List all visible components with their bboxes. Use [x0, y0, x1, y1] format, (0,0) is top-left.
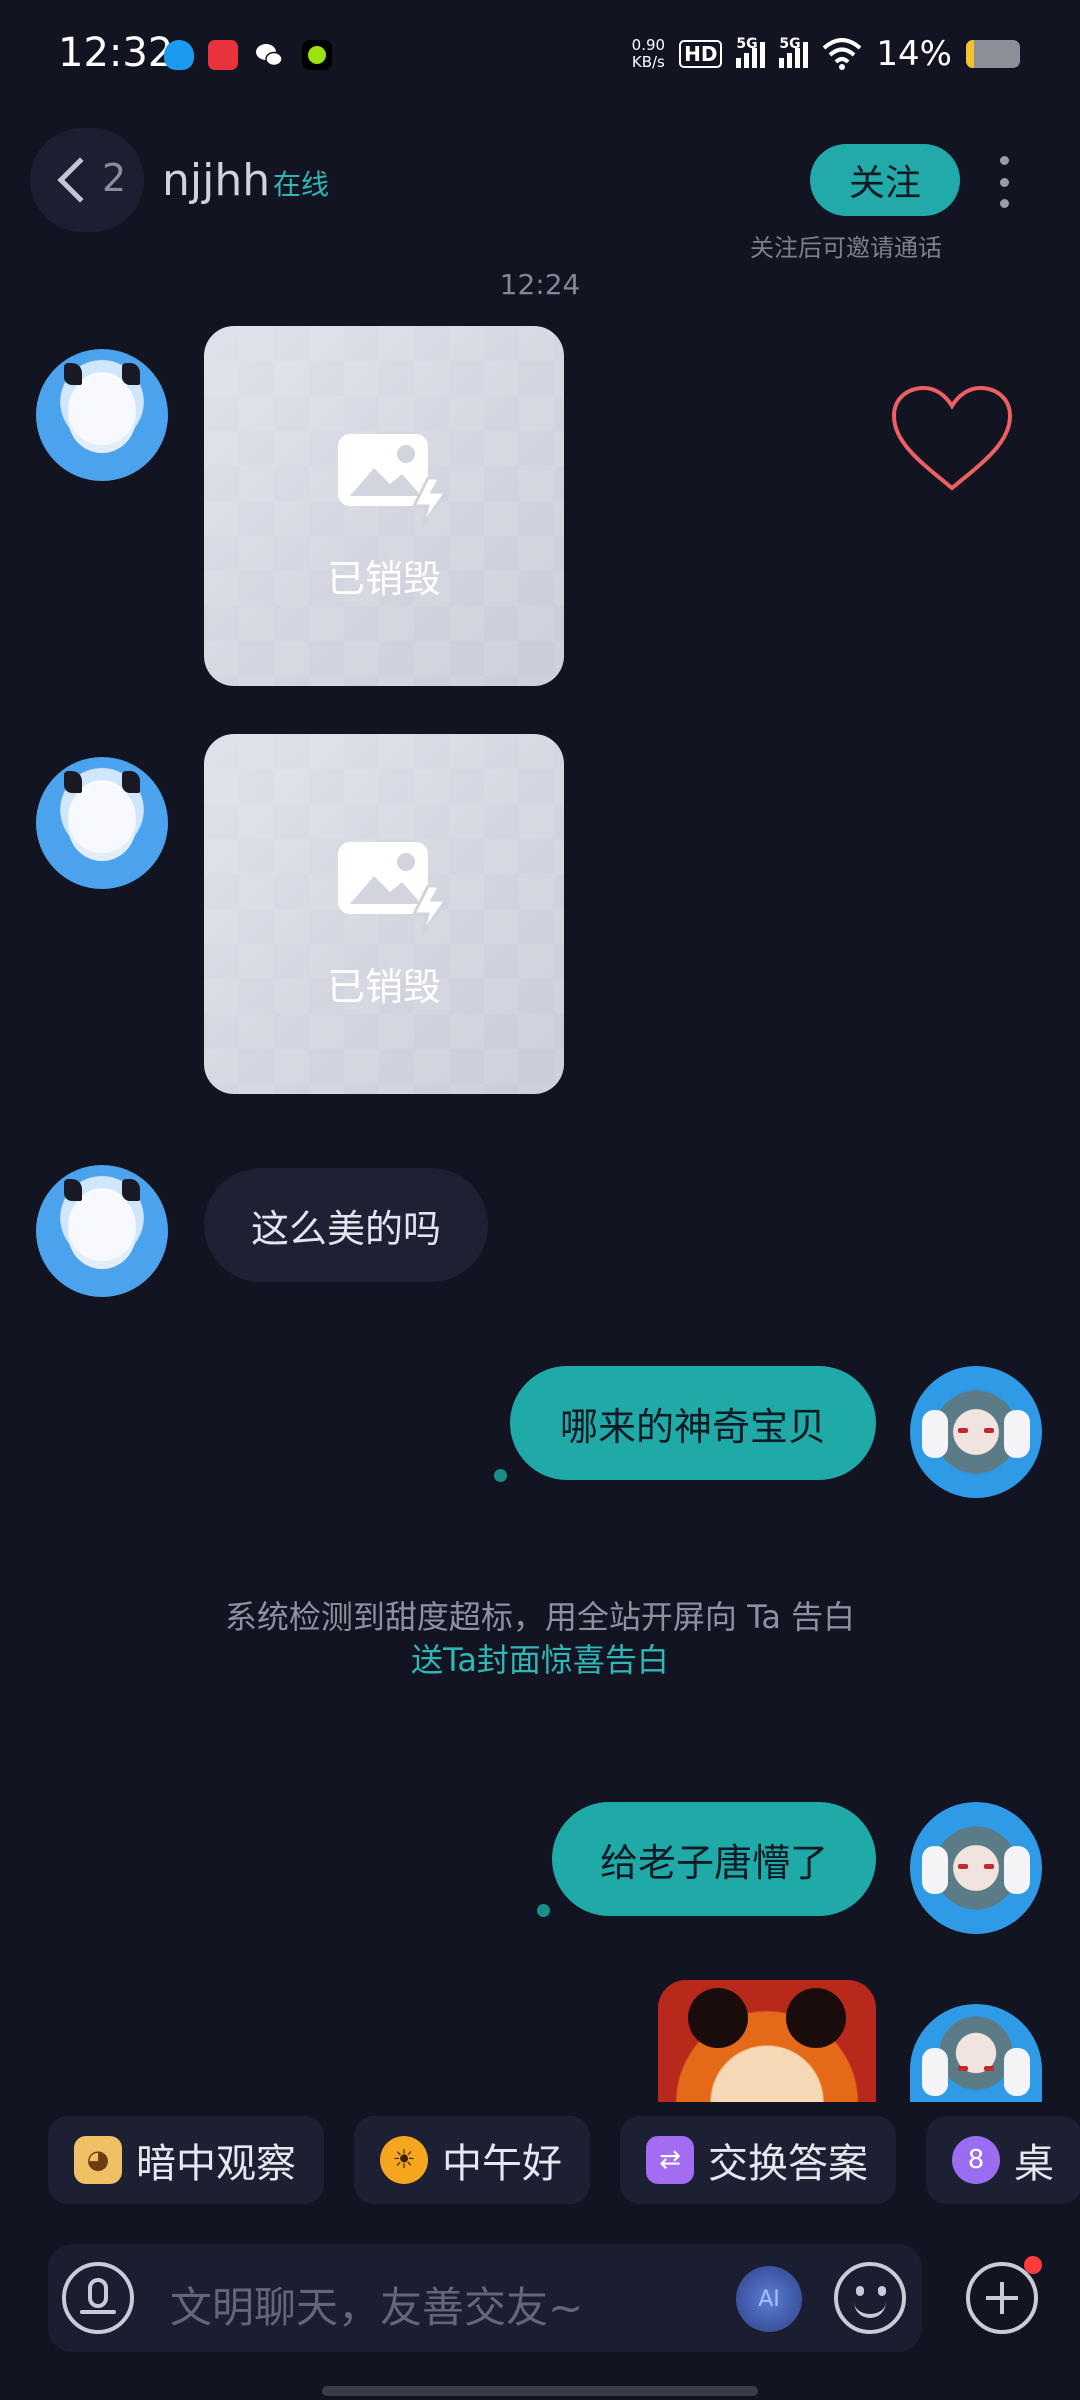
green-dot-icon [302, 40, 332, 70]
plus-icon[interactable] [966, 2262, 1038, 2334]
back-button[interactable]: 2 [30, 128, 144, 232]
quick-reply-label: 中午好 [442, 2141, 562, 2187]
billiard-8-icon: 8 [952, 2136, 1000, 2184]
signal-icon-sim1: 5G [736, 36, 766, 68]
wifi-icon [823, 38, 862, 70]
quick-reply-chip[interactable]: ☀ 中午好 [354, 2116, 590, 2204]
follow-button[interactable]: 关注 [810, 144, 960, 216]
battery-icon [966, 40, 1020, 68]
unread-count: 2 [102, 156, 127, 200]
status-right: 0.90 KB/s HD 5G 5G 14% [632, 34, 1020, 74]
ai-assistant-icon[interactable]: AI [736, 2266, 802, 2332]
voice-icon[interactable] [62, 2262, 134, 2334]
quick-reply-label: 暗中观察 [136, 2141, 296, 2187]
quick-reply-chip[interactable]: ◕ 暗中观察 [48, 2116, 324, 2204]
quick-reply-label: 交换答案 [708, 2141, 868, 2187]
swap-icon: ⇄ [646, 2136, 694, 2184]
sim1-label: 5G [736, 36, 758, 52]
online-status: 在线 [273, 168, 330, 201]
incoming-message-bubble[interactable]: 这么美的吗 [204, 1168, 488, 1282]
peek-icon: ◕ [74, 2136, 122, 2184]
quick-reply-chip[interactable]: ⇄ 交换答案 [620, 2116, 896, 2204]
sun-icon: ☀ [380, 2136, 428, 2184]
system-notice: 系统检测到甜度超标，用全站开屏向 Ta 告白 送Ta封面惊喜告白 [0, 1596, 1080, 1682]
signal-icon-sim2: 5G [779, 36, 809, 68]
outgoing-message-bubble[interactable]: 给老子唐懵了 [552, 1802, 876, 1916]
destroyed-label: 已销毁 [326, 557, 441, 601]
system-notice-text: 系统检测到甜度超标，用全站开屏向 Ta 告白 [224, 1598, 856, 1636]
wechat-icon [254, 40, 284, 70]
destroyed-image-message[interactable]: 已销毁 [204, 326, 564, 686]
quick-reply-label: 桌 [1014, 2141, 1054, 2187]
notification-badge [1024, 2256, 1042, 2274]
app-icon [208, 40, 238, 70]
sim2-label: 5G [779, 36, 801, 52]
my-avatar[interactable] [910, 2004, 1042, 2102]
image-destroyed-icon [338, 434, 449, 526]
destroyed-label: 已销毁 [326, 965, 441, 1009]
status-time: 12:32 [58, 30, 174, 76]
read-status-dot [494, 1469, 507, 1482]
chevron-left-icon [57, 157, 103, 203]
my-avatar[interactable] [910, 1802, 1042, 1934]
contact-name[interactable]: njjhh [162, 155, 270, 206]
emoji-icon[interactable] [834, 2262, 906, 2334]
my-avatar[interactable] [910, 1366, 1042, 1498]
contact-avatar[interactable] [36, 349, 168, 481]
heart-icon[interactable] [890, 384, 1014, 494]
message-input[interactable]: 文明聊天，友善交友~ [170, 2274, 583, 2335]
confess-link[interactable]: 送Ta封面惊喜告白 [0, 1639, 1080, 1682]
hd-voice-icon: HD [679, 40, 723, 68]
net-speed-value: 0.90 [631, 36, 666, 54]
qq-icon [164, 40, 194, 70]
message-timestamp: 12:24 [499, 268, 581, 301]
quick-reply-bar: ◕ 暗中观察 ☀ 中午好 ⇄ 交换答案 8 桌 [48, 2116, 1080, 2204]
read-status-dot [537, 1904, 550, 1917]
image-destroyed-icon [338, 842, 449, 934]
follow-hint: 关注后可邀请通话 [750, 234, 942, 262]
net-speed-unit: KB/s [631, 53, 665, 71]
more-options-icon[interactable] [996, 156, 1012, 208]
battery-percent: 14% [876, 34, 952, 74]
destroyed-image-message[interactable]: 已销毁 [204, 734, 564, 1094]
net-speed: 0.90 KB/s [632, 37, 665, 71]
contact-avatar[interactable] [36, 757, 168, 889]
quick-reply-chip[interactable]: 8 桌 [926, 2116, 1080, 2204]
home-indicator[interactable] [322, 2386, 758, 2396]
sticker-message[interactable] [658, 1980, 876, 2102]
contact-avatar[interactable] [36, 1165, 168, 1297]
outgoing-message-bubble[interactable]: 哪来的神奇宝贝 [510, 1366, 876, 1480]
status-bar: 12:32 0.90 KB/s HD 5G 5G 14% [0, 0, 1080, 115]
message-input-bar: 文明聊天，友善交友~ AI [48, 2244, 922, 2352]
battery-level [966, 40, 974, 68]
